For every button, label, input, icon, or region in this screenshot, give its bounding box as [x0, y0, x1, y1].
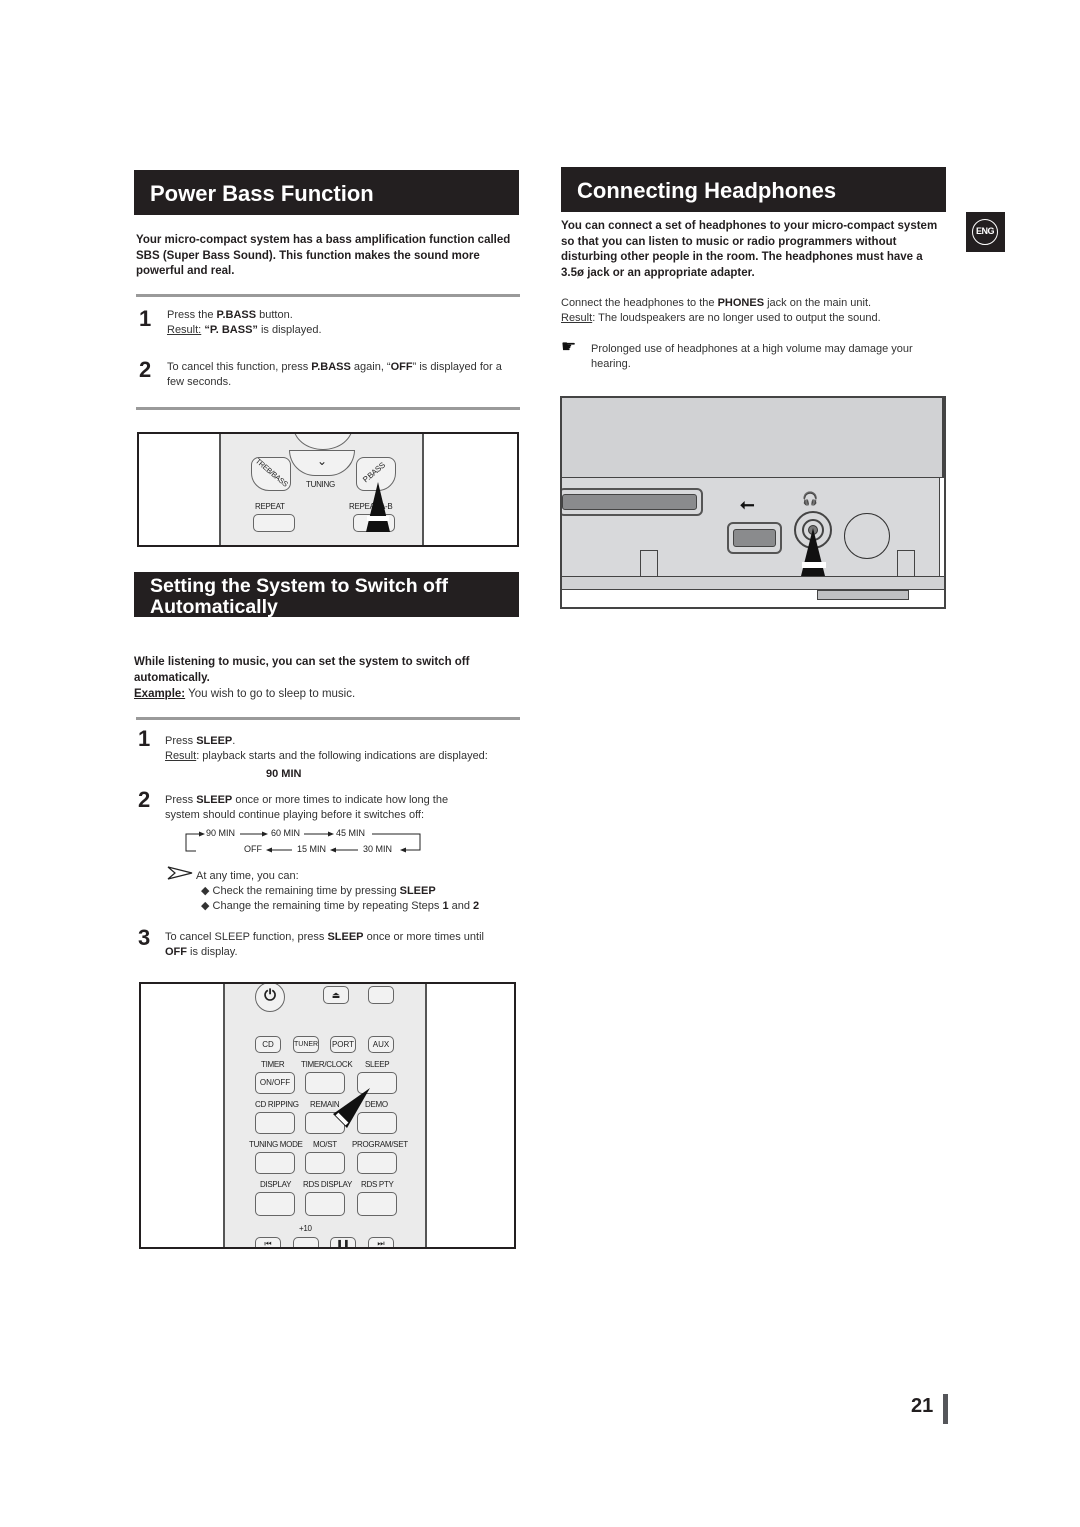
mo-st-button [305, 1152, 345, 1174]
cycle-step: 15 MIN [297, 844, 327, 854]
note-item: ◆ Change the remaining time by repeating… [201, 900, 480, 912]
cycle-step: 45 MIN [336, 828, 366, 838]
next-track-button: ⏭ [368, 1237, 394, 1247]
blank-button [368, 986, 394, 1004]
page-number-bar [943, 1394, 948, 1424]
divider [136, 294, 520, 297]
divider [136, 407, 520, 410]
eject-button: ⏏ [323, 986, 349, 1004]
step-number: 2 [139, 357, 152, 382]
sleep-remote-figure: ⏻ ⏏ CD TUNER PORT AUX TIMER TIMER/CLOCK … [139, 982, 516, 1249]
pointing-hand-icon: ☛ [561, 337, 577, 356]
power-bass-intro: Your micro-compact system has a bass amp… [136, 234, 511, 277]
device-front-panel-figure: ⭠ 🎧 [560, 396, 946, 609]
device-base-rail [562, 576, 944, 590]
tuning-label: TUNING [306, 480, 335, 489]
headphones-intro: You can connect a set of headphones to y… [561, 220, 938, 279]
cycle-step: 30 MIN [363, 844, 393, 854]
rds-pty-label: RDS PTY [361, 1180, 394, 1189]
program-set-button [357, 1152, 397, 1174]
timer-clock-label: TIMER/CLOCK [301, 1060, 353, 1069]
step-number: 1 [139, 306, 152, 331]
divider [136, 717, 520, 720]
language-badge-circle: ENG [972, 219, 998, 245]
timer-label: TIMER [261, 1060, 285, 1069]
sleep-example: Example: You wish to go to sleep to musi… [134, 688, 356, 700]
port-button: PORT [330, 1036, 356, 1053]
sleep-title-line-1: Setting the System to Switch off [150, 575, 448, 597]
tuning-down-button: ⌄ [289, 450, 355, 476]
headphones-warning: Prolonged use of headphones at a high vo… [591, 343, 913, 370]
round-knob [844, 513, 890, 559]
program-set-label: PROGRAM/SET [352, 1140, 408, 1149]
power-bass-header: Power Bass Function [134, 170, 519, 215]
pointer-stripe [802, 562, 826, 568]
tuner-button: TUNER [293, 1036, 319, 1053]
step-number: 2 [138, 787, 151, 812]
sleep-cycle-diagram: 90 MIN 60 MIN 45 MIN 30 MIN 15 MIN OFF [184, 827, 424, 859]
prev-track-button: ⏮ [255, 1237, 281, 1247]
headphones-icon: 🎧 [802, 491, 819, 506]
pbass-remote-figure: ⌄ TREB/BASS TUNING P.BASS REPEAT REPEAT … [137, 432, 519, 547]
sleep-title-line-2: Automatically [150, 596, 278, 618]
display-label: DISPLAY [260, 1180, 292, 1189]
sleep-step-2: Press SLEEP once or more times to indica… [165, 794, 449, 821]
cd-ripping-button [255, 1112, 295, 1134]
pause-button: ❚❚ [330, 1237, 356, 1247]
repeat-label: REPEAT [255, 502, 285, 511]
usb-port [727, 522, 782, 554]
pointer-arrow-icon [801, 528, 825, 576]
mute-button [293, 434, 353, 450]
power-bass-step-2: To cancel this function, press P.BASS ag… [167, 361, 502, 388]
rds-pty-button [357, 1192, 397, 1216]
sleep-header: Setting the System to Switch off Automat… [134, 572, 519, 618]
diamond-bullet-icon: ◆ [201, 885, 210, 897]
note-arrow-icon [167, 866, 193, 880]
diamond-bullet-icon: ◆ [201, 900, 210, 912]
power-button: ⏻ [255, 984, 285, 1012]
disc-slot [562, 488, 703, 516]
cd-ripping-label: CD RIPPING [255, 1100, 299, 1109]
note-lead: At any time, you can: [196, 870, 299, 882]
headphones-header: Connecting Headphones [561, 167, 946, 212]
cycle-step: OFF [244, 844, 262, 854]
cd-button: CD [255, 1036, 281, 1053]
headphones-title: Connecting Headphones [577, 178, 837, 203]
plus10-label: +10 [299, 1224, 312, 1233]
usb-icon: ⭠ [740, 494, 755, 514]
treb-bass-button: TREB/BASS [251, 456, 291, 491]
headphones-instruction: Connect the headphones to the PHONES jac… [561, 297, 881, 324]
step-number: 3 [138, 925, 151, 950]
pointer-arrow-icon [333, 1088, 370, 1128]
remote-control: ⌄ TREB/BASS TUNING P.BASS REPEAT REPEAT … [219, 434, 424, 545]
plus10-button [293, 1237, 319, 1247]
repeat-button [253, 514, 295, 532]
pointer-stripe [367, 516, 389, 521]
language-badge: ENG [966, 212, 1005, 252]
sleep-step-3: To cancel SLEEP function, press SLEEP on… [165, 931, 484, 958]
note-item: ◆ Check the remaining time by pressing S… [201, 885, 436, 897]
aux-button: AUX [368, 1036, 394, 1053]
tuning-mode-button [255, 1152, 295, 1174]
display-button [255, 1192, 295, 1216]
tuning-mode-label: TUNING MODE [249, 1140, 303, 1149]
on-off-button: ON/OFF [255, 1072, 295, 1094]
cycle-step: 60 MIN [271, 828, 301, 838]
sleep-intro: While listening to music, you can set th… [134, 656, 470, 684]
device-top-panel [562, 398, 944, 478]
step-number: 1 [138, 726, 151, 751]
power-bass-title: Power Bass Function [150, 181, 374, 206]
rds-display-button [305, 1192, 345, 1216]
sleep-label: SLEEP [365, 1060, 390, 1069]
sleep-display-readout: 90 MIN [266, 768, 302, 780]
device-foot [817, 590, 909, 600]
rds-display-label: RDS DISPLAY [303, 1180, 353, 1189]
power-bass-step-1: Press the P.BASS button. Result: “P. BAS… [167, 309, 322, 336]
page-number: 21 [911, 1395, 934, 1417]
remote-control: ⏻ ⏏ CD TUNER PORT AUX TIMER TIMER/CLOCK … [223, 984, 427, 1247]
mo-st-label: MO/ST [313, 1140, 337, 1149]
pointer-arrow-icon [366, 482, 390, 532]
sleep-step-1: Press SLEEP. Result: playback starts and… [165, 735, 488, 762]
cycle-step: 90 MIN [206, 828, 236, 838]
